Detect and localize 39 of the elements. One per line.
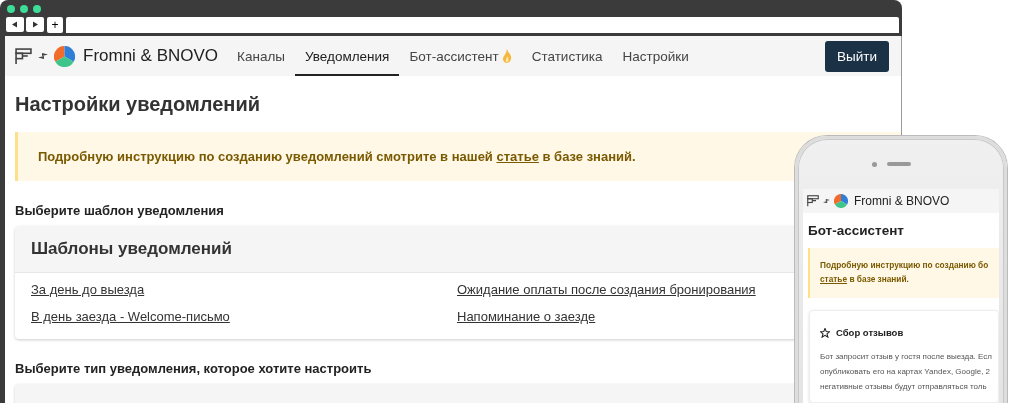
article-link[interactable]: статье xyxy=(820,274,848,284)
forward-icon[interactable] xyxy=(26,17,44,32)
swap-icon[interactable] xyxy=(38,53,48,59)
layout-icon[interactable] xyxy=(15,47,32,65)
card-title: Шаблоны уведомлений xyxy=(31,239,232,259)
brand-name[interactable]: Fromni & BNOVO xyxy=(854,194,950,208)
template-link[interactable]: Ожидание оплаты после создания бронирования xyxy=(457,282,756,297)
speaker-slot xyxy=(886,162,911,166)
alert-text: Подробную инструкцию по созданию уведомлений смотрите в нашей статье в базе знаний. xyxy=(38,149,636,164)
article-link[interactable]: статье xyxy=(496,149,539,164)
nav-tab[interactable]: Статистика xyxy=(521,36,613,76)
window-dot[interactable] xyxy=(33,5,41,13)
alert-text: Подробную инструкцию по созданию бо статье в базе знаний. xyxy=(820,260,989,284)
window-dot[interactable] xyxy=(20,5,28,13)
card-title: Сбор отзывов xyxy=(836,327,904,338)
template-link[interactable]: За день до выезда xyxy=(31,282,145,297)
nav-tab[interactable]: Каналы xyxy=(227,36,295,76)
flame-icon xyxy=(501,49,512,63)
nav-tab[interactable]: Настройки xyxy=(612,36,699,76)
template-link[interactable]: Напоминание о заезде xyxy=(457,309,596,324)
logo-icon xyxy=(834,194,848,208)
brand-name[interactable]: Fromni & BNOVO xyxy=(83,46,219,66)
nav-tab[interactable]: Бот-ассистент xyxy=(399,36,522,76)
swap-icon[interactable] xyxy=(823,198,830,204)
new-tab-button[interactable]: + xyxy=(47,17,63,33)
layout-icon[interactable] xyxy=(807,195,819,207)
section-label: Выберите тип уведомления, которое хотите настроить xyxy=(15,361,372,376)
logo-icon xyxy=(54,45,75,67)
camera-dot xyxy=(871,161,877,167)
window-dot[interactable] xyxy=(7,5,15,13)
page-title: Настройки уведомлений xyxy=(15,93,262,116)
star-icon xyxy=(820,327,830,338)
template-link[interactable]: В день заезда - Welcome-письмо xyxy=(31,309,230,324)
card-description: Бот запросит отзыв у гостя после выезда. Есл опубликовать его на картах Yandex, Google, 2 негативные отзывы будут отправляться толь xyxy=(820,351,993,393)
back-icon[interactable] xyxy=(6,17,24,32)
section-label: Выберите шаблон уведомления xyxy=(15,203,224,218)
nav-tab[interactable]: Уведомления xyxy=(295,36,400,76)
page-title: Бот-ассистент xyxy=(808,223,905,238)
logout-button[interactable]: Выйти xyxy=(825,40,889,72)
